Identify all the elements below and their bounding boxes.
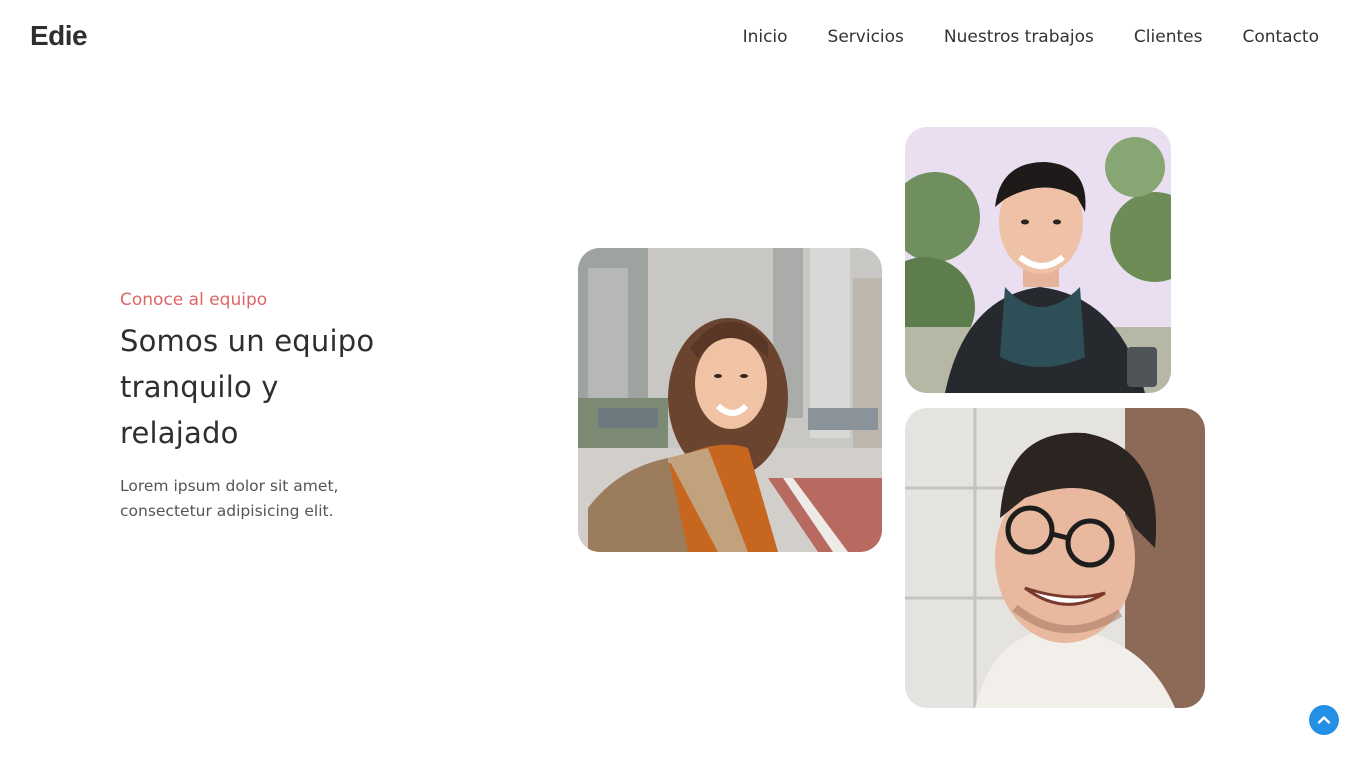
page: Edie Inicio Servicios Nuestros trabajos … [0,0,1348,765]
main-nav: Inicio Servicios Nuestros trabajos Clien… [743,27,1319,47]
nav-link-servicios[interactable]: Servicios [828,27,904,47]
nav-link-contacto[interactable]: Contacto [1242,27,1319,47]
nav-link-clientes[interactable]: Clientes [1134,27,1203,47]
headline-line: Somos un equipo [120,324,375,358]
chevron-up-icon [1317,716,1331,724]
team-photo-man-scarf [905,127,1171,393]
brand-logo[interactable]: Edie [30,20,88,52]
section-kicker: Conoce al equipo [120,290,268,310]
nav-link-nuestros-trabajos[interactable]: Nuestros trabajos [944,27,1094,47]
team-photo-woman [578,248,882,552]
team-intro: Conoce al equipo Somos un equipo tranqui… [120,290,440,524]
section-headline: Somos un equipo tranquilo y relajado [120,318,440,456]
back-to-top-button[interactable] [1309,705,1339,735]
headline-line: relajado [120,416,239,450]
description-line: consectetur adipisicing elit. [120,502,334,520]
section-description: Lorem ipsum dolor sit amet, consectetur … [120,474,440,524]
description-line: Lorem ipsum dolor sit amet, [120,477,339,495]
headline-line: tranquilo y [120,370,279,404]
nav-link-inicio[interactable]: Inicio [743,27,788,47]
team-photo-man-glasses [905,408,1205,708]
